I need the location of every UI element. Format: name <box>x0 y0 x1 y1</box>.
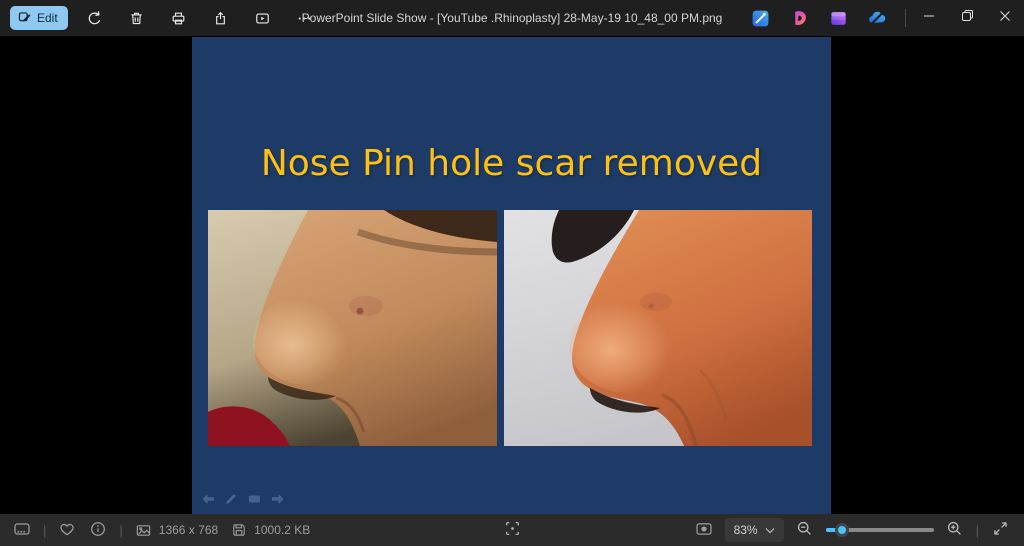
restore-icon <box>961 9 974 27</box>
favorite-icon <box>58 520 76 541</box>
delete-button[interactable] <box>122 4 152 32</box>
before-photo <box>208 210 497 446</box>
cloud-offline-button[interactable] <box>865 4 889 32</box>
restore-button[interactable] <box>948 0 986 36</box>
close-button[interactable] <box>986 0 1024 36</box>
designer-icon <box>790 9 809 28</box>
rotate-icon <box>86 10 103 27</box>
photos-app-window: Edit <box>0 0 1024 546</box>
gallery-icon <box>829 9 848 28</box>
share-icon <box>212 10 229 27</box>
gallery-button[interactable] <box>826 4 850 32</box>
rotate-button[interactable] <box>80 4 110 32</box>
zoom-out-icon <box>796 520 813 540</box>
statusbar-right: 83% <box>694 514 1024 546</box>
titlebar-separator <box>905 9 906 27</box>
statusbar-separator: | <box>43 523 46 538</box>
info-button[interactable] <box>88 520 108 540</box>
titlebar-right <box>748 0 1024 36</box>
share-button[interactable] <box>206 4 236 32</box>
cloud-offline-icon <box>867 8 887 28</box>
background-toggle-icon <box>695 520 713 541</box>
favorite-button[interactable] <box>57 520 77 540</box>
zoom-out-button[interactable] <box>795 520 815 540</box>
designer-button[interactable] <box>787 4 811 32</box>
print-button[interactable] <box>164 4 194 32</box>
delete-icon <box>128 10 145 27</box>
zoom-fit-icon <box>504 520 521 540</box>
slideshow-nav-controls <box>200 492 285 506</box>
statusbar: | | <box>0 514 1024 546</box>
filmstrip-icon <box>13 520 31 541</box>
print-icon <box>170 10 187 27</box>
image-viewer-canvas[interactable]: Nose Pin hole scar removed <box>0 36 1024 514</box>
edit-pencil-icon <box>17 9 32 27</box>
prev-slide-icon[interactable] <box>200 492 216 506</box>
toolbar-left: Edit <box>0 4 320 32</box>
ai-enhance-icon <box>751 9 770 28</box>
after-photo <box>504 210 812 446</box>
image-dimensions-value: 1366 x 768 <box>159 523 218 537</box>
info-icon <box>89 520 107 541</box>
chevron-down-icon <box>765 523 775 537</box>
window-title: PowerPoint Slide Show - [YouTube .Rhinop… <box>302 0 723 36</box>
background-toggle-button[interactable] <box>694 520 714 540</box>
file-size-icon <box>229 520 249 540</box>
image-dimensions: 1366 x 768 <box>134 520 218 540</box>
file-size: 1000.2 KB <box>229 520 310 540</box>
zoom-in-button[interactable] <box>945 520 965 540</box>
next-slide-icon[interactable] <box>269 492 285 506</box>
file-size-value: 1000.2 KB <box>254 523 310 537</box>
close-icon <box>999 9 1011 27</box>
zoom-slider-handle[interactable] <box>835 523 849 537</box>
filmstrip-button[interactable] <box>12 520 32 540</box>
slides-menu-icon[interactable] <box>246 492 262 506</box>
fullscreen-button[interactable] <box>990 520 1010 540</box>
image-dimensions-icon <box>134 520 154 540</box>
displayed-image-slide: Nose Pin hole scar removed <box>192 37 831 514</box>
slideshow-icon <box>254 10 271 27</box>
slideshow-button[interactable] <box>248 4 278 32</box>
edit-button[interactable]: Edit <box>10 6 68 30</box>
statusbar-left: | | <box>0 520 310 540</box>
minimize-button[interactable] <box>910 0 948 36</box>
ai-enhance-button[interactable] <box>748 4 772 32</box>
titlebar-feature-icons <box>748 4 889 32</box>
zoom-level-dropdown[interactable]: 83% <box>725 518 784 542</box>
minimize-icon <box>923 9 935 27</box>
pen-icon[interactable] <box>223 492 239 506</box>
zoom-level-value: 83% <box>734 523 758 537</box>
fullscreen-icon <box>992 520 1009 540</box>
statusbar-separator: | <box>119 523 122 538</box>
zoom-fit-button[interactable] <box>502 520 522 540</box>
zoom-slider[interactable] <box>826 523 934 537</box>
titlebar: Edit <box>0 0 1024 36</box>
statusbar-separator: | <box>976 523 979 538</box>
edit-button-label: Edit <box>37 11 58 25</box>
zoom-in-icon <box>946 520 963 540</box>
slide-title: Nose Pin hole scar removed <box>192 143 831 184</box>
statusbar-center <box>502 520 522 540</box>
